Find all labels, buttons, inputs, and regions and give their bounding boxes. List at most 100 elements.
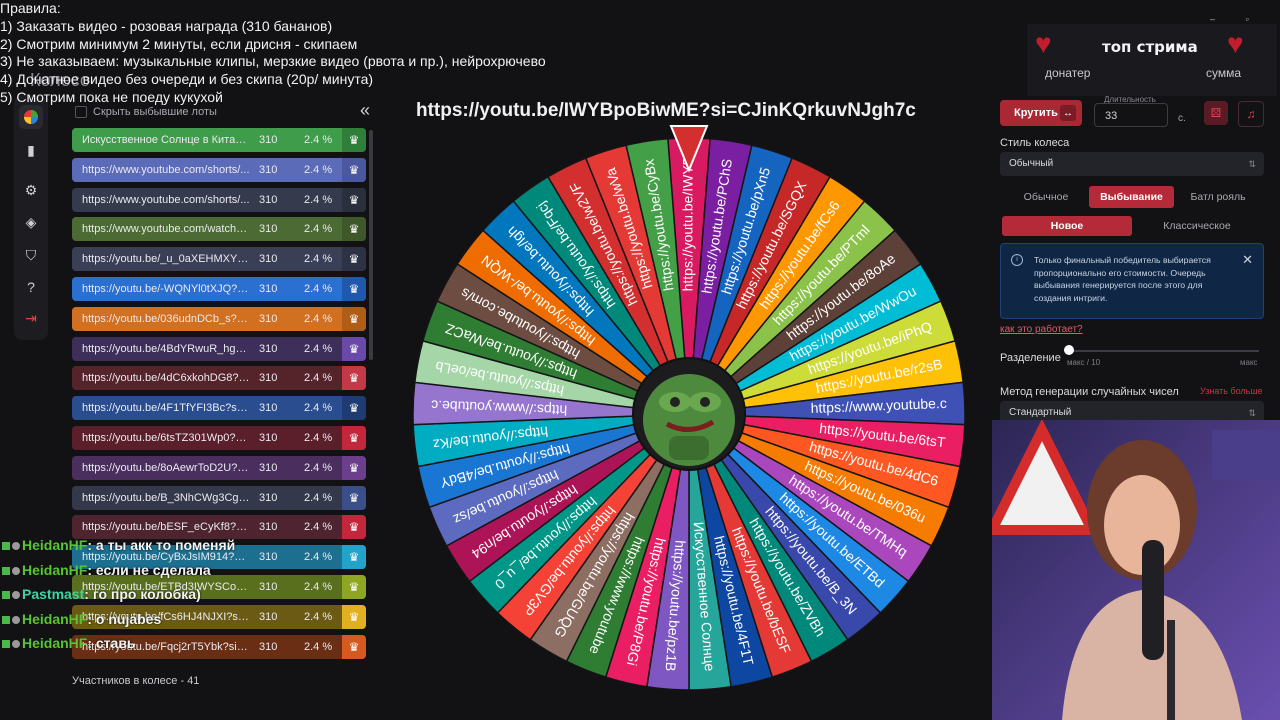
lot-percent: 2.4 %: [304, 610, 333, 623]
lot-row[interactable]: https://www.youtube.com/shorts/... 310 2.4…: [72, 187, 366, 212]
lot-name: https://youtu.be/6tsTZ301Wp0?si...: [82, 432, 250, 444]
settings-panel: Крутить ↔ Длительность 33 с. ⚄ ♫ Стиль к…: [992, 90, 1274, 425]
help-icon[interactable]: ?: [19, 275, 43, 299]
lot-percent: 2.4 %: [304, 551, 333, 564]
chat-text: : а ты акк то поменяй: [87, 537, 236, 553]
badge-icon: [2, 615, 10, 624]
chat-username[interactable]: HeidanHF: [22, 635, 87, 651]
lot-amount: 310: [259, 461, 278, 474]
how-it-works-link[interactable]: как это работает?: [1000, 324, 1083, 335]
eliminate-icon[interactable]: ♛: [342, 277, 366, 301]
chart-icon[interactable]: ▮: [19, 138, 43, 162]
rule-line: 4) Донатное видео без очереди и без скип…: [0, 71, 374, 88]
prize-wheel[interactable]: https://youtu.be/IWYB https://youtu.be/PC…: [413, 118, 965, 690]
gear-icon[interactable]: ⚙: [19, 178, 43, 202]
badge-icon: [2, 640, 10, 649]
mode-elimination[interactable]: Выбывание: [1089, 186, 1174, 208]
shield-icon[interactable]: ⛉: [19, 243, 43, 267]
lot-percent: 2.4 %: [304, 640, 333, 653]
lot-row[interactable]: https://www.youtube.com/shorts/... 310 2.4…: [72, 157, 366, 182]
close-icon[interactable]: ✕: [1242, 252, 1253, 268]
split-max-label: макс: [1240, 358, 1258, 367]
lot-row[interactable]: https://youtu.be/B_3NhCWg3Cg?... 310 2.4 %…: [72, 485, 366, 510]
lot-amount: 310: [259, 283, 278, 295]
eliminate-icon[interactable]: ♛: [342, 336, 366, 361]
lot-row[interactable]: https://youtu.be/-WQNYl0tXJQ?si... 310 2.4…: [72, 277, 366, 301]
lot-row[interactable]: https://youtu.be/4dC6xkohDG8?s... 310 2.4 …: [72, 366, 366, 391]
wheel-style-select[interactable]: Обычный ⇅: [1000, 152, 1264, 176]
chat-text: : если не сделала: [87, 561, 211, 578]
pepe-avatar-icon: [643, 374, 735, 466]
eliminate-icon[interactable]: ♛: [342, 604, 366, 629]
mode-battle-royale[interactable]: Батл рояль: [1182, 186, 1254, 208]
app-sidebar: ▮ ⚙ ◈ ⛉ ? ⇥: [14, 95, 48, 340]
lot-name: https://youtu.be/-WQNYl0tXJQ?si...: [82, 283, 250, 295]
lot-percent: 2.4 %: [304, 253, 333, 266]
learn-more-link[interactable]: Узнать больше: [1200, 386, 1263, 396]
layers-icon[interactable]: ◈: [19, 210, 43, 234]
spin-button[interactable]: Крутить ↔: [1000, 100, 1082, 126]
eliminate-icon[interactable]: ♛: [342, 187, 366, 212]
submode-classic[interactable]: Классическое: [1137, 216, 1257, 236]
chat-text: : o nujabes: [87, 610, 162, 627]
lot-amount: 310: [259, 432, 278, 444]
duration-input[interactable]: 33: [1094, 103, 1168, 127]
lot-percent: 2.4 %: [304, 432, 333, 444]
submode-new[interactable]: Новое: [1002, 216, 1132, 236]
eliminate-icon[interactable]: ♛: [342, 455, 366, 480]
eliminate-icon[interactable]: ♛: [342, 545, 366, 570]
lot-row[interactable]: https://youtu.be/6tsTZ301Wp0?si... 310 2.4…: [72, 426, 366, 450]
split-label: Разделение: [1000, 352, 1061, 364]
lot-row[interactable]: https://youtu.be/8oAewrToD2U?si... 310 2.4…: [72, 455, 366, 480]
chat-message: HeidanHF: а ты акк то поменяй: [2, 533, 292, 558]
eliminate-icon[interactable]: ♛: [342, 217, 366, 242]
split-slider[interactable]: [1064, 345, 1259, 355]
info-text: Только финальный победитель выбирается п…: [1034, 255, 1211, 303]
heart-icon: ♥: [1227, 28, 1244, 59]
chat-message: HeidanHF: ставь: [2, 631, 292, 656]
lot-percent: 2.4 %: [304, 491, 333, 504]
eliminate-icon[interactable]: ♛: [342, 247, 366, 272]
music-icon[interactable]: ♫: [1238, 101, 1264, 127]
eliminate-icon[interactable]: ♛: [342, 128, 366, 152]
hide-eliminated-checkbox[interactable]: Скрыть выбывшие лоты: [75, 106, 217, 118]
rule-line: Правила:: [0, 0, 61, 16]
lot-name: https://www.youtube.com/watch?...: [82, 223, 250, 236]
wheel-icon[interactable]: [19, 105, 43, 129]
eliminate-icon[interactable]: ♛: [342, 485, 366, 510]
chat-username[interactable]: HeidanHF: [22, 537, 87, 553]
chat-username[interactable]: HeidanHF: [22, 562, 87, 578]
lot-row[interactable]: https://youtu.be/4BdYRwuR_hg?s... 310 2.4 …: [72, 336, 366, 361]
eliminate-icon[interactable]: ♛: [342, 396, 366, 421]
chat-overlay: HeidanHF: а ты акк то поменяй HeidanHF: е…: [2, 533, 292, 656]
eliminate-icon[interactable]: ♛: [342, 157, 366, 182]
lots-scrollbar[interactable]: [369, 130, 373, 360]
lot-percent: 2.4 %: [304, 372, 333, 385]
lot-row[interactable]: https://youtu.be/_u_0aXEHMXY?si... 310 2.4…: [72, 247, 366, 272]
badge-icon: [2, 591, 10, 600]
mode-normal[interactable]: Обычное: [1010, 186, 1082, 208]
top-stream-title: топ стрима: [1102, 38, 1198, 56]
checkbox-box[interactable]: [75, 106, 87, 118]
eliminate-icon[interactable]: ♛: [342, 634, 366, 659]
spin-options-icon[interactable]: ↔: [1060, 105, 1076, 121]
lot-row[interactable]: https://youtu.be/4F1TfYFI3Bc?si=... 310 2.…: [72, 396, 366, 421]
lot-percent: 2.4 %: [304, 521, 333, 534]
logout-icon[interactable]: ⇥: [19, 306, 43, 330]
eliminate-icon[interactable]: ♛: [342, 426, 366, 450]
eliminate-icon[interactable]: ♛: [342, 306, 366, 331]
eliminate-icon[interactable]: ♛: [342, 366, 366, 391]
slider-knob[interactable]: [1064, 345, 1074, 355]
chat-username[interactable]: HeidanHF: [22, 611, 87, 627]
chat-username[interactable]: Pastmast: [22, 586, 84, 602]
lot-percent: 2.4 %: [304, 312, 333, 325]
lot-percent: 2.4 %: [304, 461, 333, 474]
lot-percent: 2.4 %: [304, 283, 333, 295]
lot-row[interactable]: https://youtu.be/036udnDCb_s?si... 310 2.4…: [72, 306, 366, 331]
lot-amount: 310: [259, 253, 278, 266]
dice-icon[interactable]: ⚄: [1204, 101, 1228, 125]
eliminate-icon[interactable]: ♛: [342, 515, 366, 540]
lot-row[interactable]: https://www.youtube.com/watch?... 310 2.4 …: [72, 217, 366, 242]
lot-row[interactable]: Искусственное Солнце в Китае ... 310 2.4 %…: [72, 128, 366, 152]
eliminate-icon[interactable]: ♛: [342, 575, 366, 599]
